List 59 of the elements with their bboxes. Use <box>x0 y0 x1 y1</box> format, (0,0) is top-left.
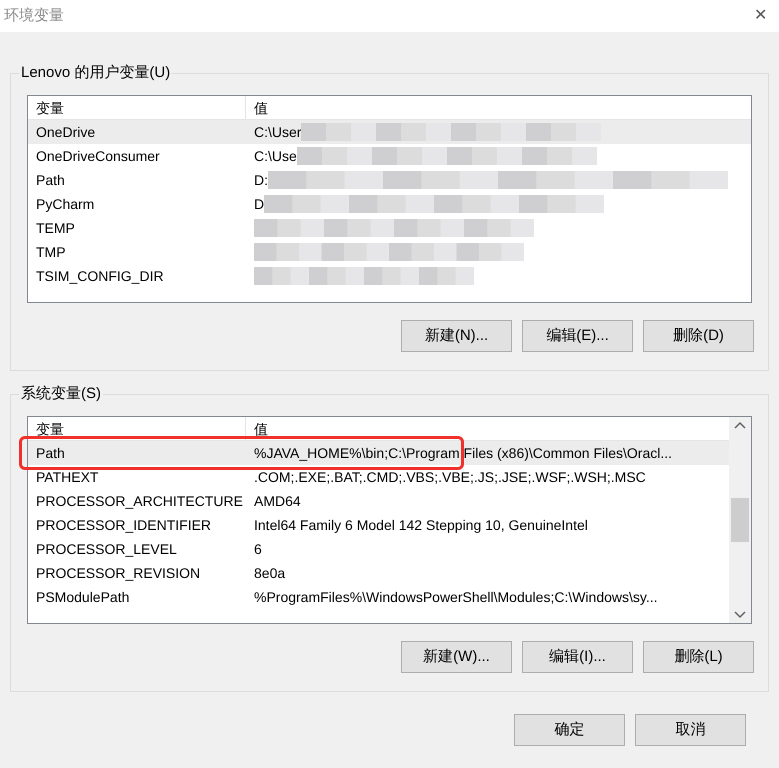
variable-list[interactable] <box>27 416 752 624</box>
table-row[interactable]: PATHEXT .COM;.EXE;.BAT;.CMD;.VBS;.VBE;.JS;.JSE;.WSF;.WSH;.MSC <box>28 465 729 489</box>
variable-value: 6 <box>254 540 262 559</box>
table-row[interactable]: TEMP <box>28 216 751 240</box>
scrollbar-thumb[interactable] <box>731 498 749 542</box>
scroll-down-icon[interactable] <box>734 611 746 619</box>
dialog-button[interactable]: 编辑(E)... <box>522 320 633 352</box>
column-header[interactable]: 值 <box>246 96 751 119</box>
variable-name: PROCESSOR_IDENTIFIER <box>35 516 212 535</box>
variable-value: C:\Use <box>254 147 297 166</box>
dialog-button[interactable]: 编辑(I)... <box>522 641 633 673</box>
table-row[interactable]: PyCharm D <box>28 192 751 216</box>
table-row[interactable]: PROCESSOR_REVISION 8e0a <box>28 561 729 585</box>
variable-name: TEMP <box>35 219 76 238</box>
variable-name: PSModulePath <box>35 588 130 607</box>
table-row[interactable]: PROCESSOR_LEVEL 6 <box>28 537 729 561</box>
table-row[interactable]: PSModulePath %ProgramFiles%\WindowsPowerShell\Modules;C:\Windows\sy... <box>28 585 729 609</box>
window-title: 环境变量 <box>4 6 64 26</box>
scrollbar[interactable] <box>729 417 751 623</box>
dialog-button[interactable]: 新建(N)... <box>401 320 512 352</box>
table-row[interactable]: TMP <box>28 240 751 264</box>
variable-name: OneDrive <box>35 123 96 142</box>
variable-value: D <box>254 195 264 214</box>
variable-value: 8e0a <box>254 564 286 583</box>
variable-name: PROCESSOR_LEVEL <box>35 540 178 559</box>
table-row[interactable]: OneDrive C:\User <box>28 120 751 144</box>
dialog-button[interactable]: 删除(D) <box>643 320 754 352</box>
dialog-button[interactable]: 删除(L) <box>643 641 754 673</box>
column-header[interactable]: 变量 <box>28 417 246 440</box>
table-row[interactable]: PROCESSOR_ARCHITECTURE AMD64 <box>28 489 729 513</box>
dialog-button[interactable]: 取消 <box>635 714 746 746</box>
variable-value: Intel64 Family 6 Model 142 Stepping 10, GenuineIntel <box>254 516 588 535</box>
variable-name: TSIM_CONFIG_DIR <box>35 267 165 286</box>
variable-value: %ProgramFiles%\WindowsPowerShell\Modules;C:\Windows\sy... <box>254 588 658 607</box>
column-header[interactable]: 值 <box>246 417 729 440</box>
variable-value: C:\User <box>254 123 302 142</box>
variable-name: Path <box>35 171 66 190</box>
variable-name: PROCESSOR_ARCHITECTURE <box>35 492 244 511</box>
table-row[interactable]: Path %JAVA_HOME%\bin;C:\Program Files (x86)\Common Files\Oracl... <box>28 441 729 465</box>
variable-value: .COM;.EXE;.BAT;.CMD;.VBS;.VBE;.JS;.JSE;.WSF;.WSH;.MSC <box>254 468 646 487</box>
close-button[interactable]: ✕ <box>754 4 767 28</box>
variable-name: PATHEXT <box>35 468 100 487</box>
variable-name: OneDriveConsumer <box>35 147 161 166</box>
scroll-up-icon[interactable] <box>734 421 746 429</box>
variable-name: Path <box>35 444 66 463</box>
column-header[interactable]: 变量 <box>28 96 246 119</box>
variable-name: TMP <box>35 243 67 262</box>
variable-value: D: <box>254 171 268 190</box>
variable-name: PROCESSOR_REVISION <box>35 564 202 583</box>
dialog-button[interactable]: 确定 <box>514 714 625 746</box>
variable-value: %JAVA_HOME%\bin;C:\Program Files (x86)\Common Files\Oracl... <box>254 444 672 463</box>
table-row[interactable]: OneDriveConsumer C:\Use <box>28 144 751 168</box>
table-row[interactable]: PROCESSOR_IDENTIFIER Intel64 Family 6 Model 142 Stepping 10, GenuineIntel <box>28 513 729 537</box>
variable-list[interactable]: 变量 值 OneDrive C:\User OneDriveConsumer C:\Use Path D: PyCharm D TEMP TMP TSIM_CONFIG_DIR <box>27 95 752 303</box>
variable-name: PyCharm <box>35 195 96 214</box>
variable-value: AMD64 <box>254 492 301 511</box>
dialog-button[interactable]: 新建(W)... <box>401 641 512 673</box>
table-row[interactable]: Path D: <box>28 168 751 192</box>
table-row[interactable]: TSIM_CONFIG_DIR <box>28 264 751 288</box>
